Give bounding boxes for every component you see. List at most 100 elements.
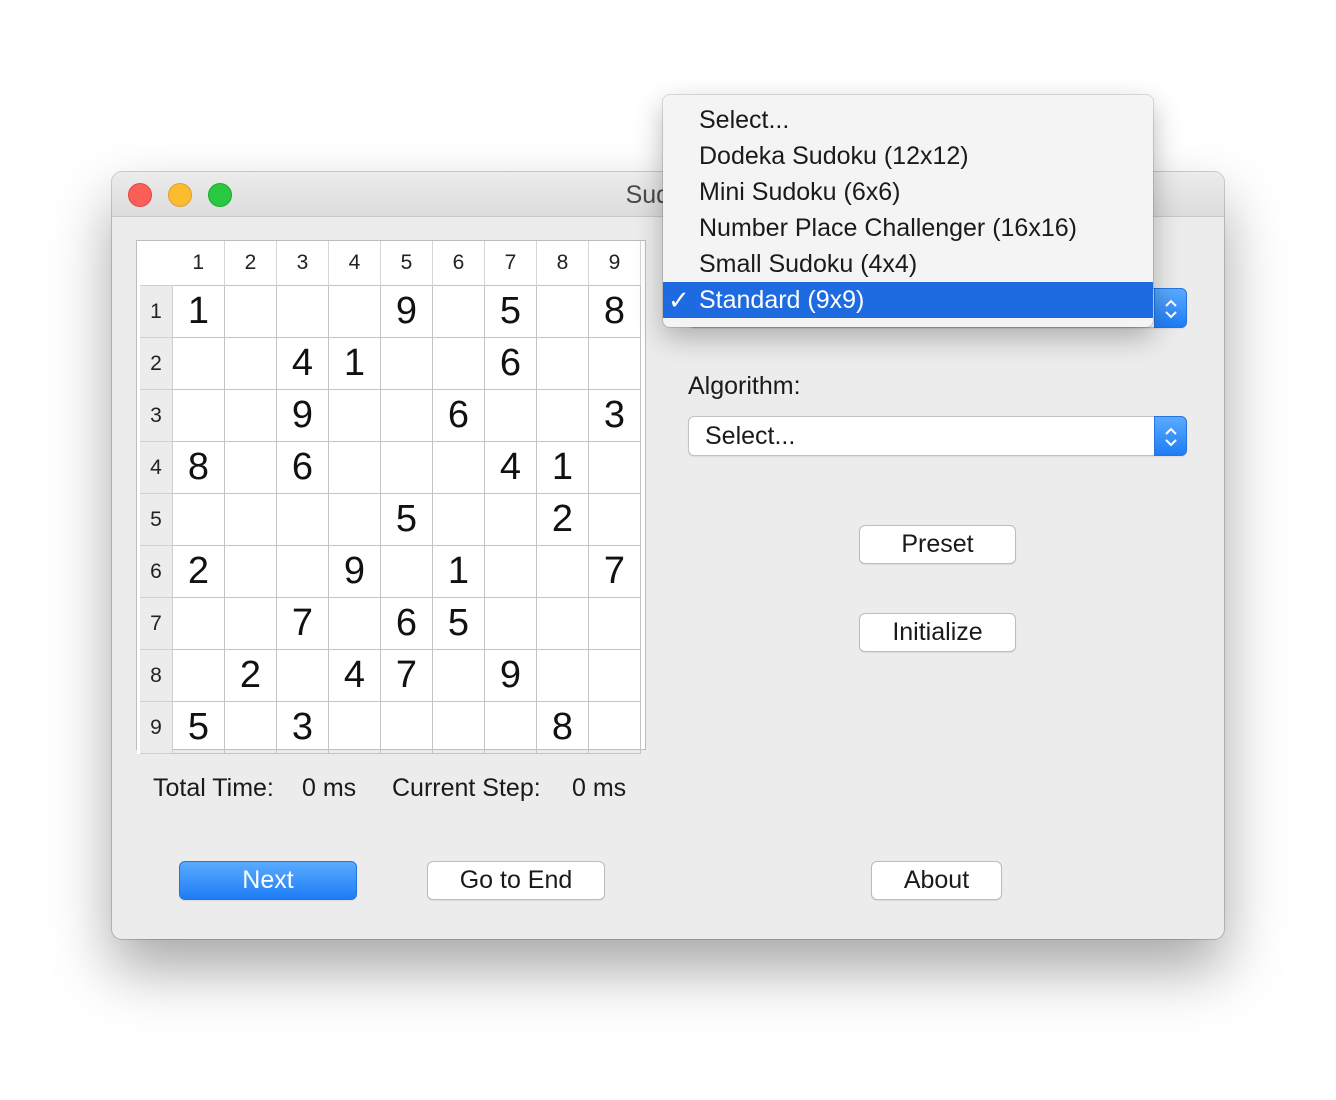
grid-cell[interactable] [484, 493, 537, 546]
grid-cell[interactable]: 6 [380, 597, 433, 650]
grid-cell[interactable] [328, 441, 381, 494]
grid-cell[interactable] [588, 441, 641, 494]
grid-cell[interactable] [484, 701, 537, 754]
grid-cell[interactable] [224, 597, 277, 650]
grid-cell[interactable] [432, 337, 485, 390]
grid-cell[interactable] [380, 701, 433, 754]
grid-cell[interactable]: 6 [432, 389, 485, 442]
grid-cell[interactable] [172, 337, 225, 390]
grid-cell[interactable]: 2 [172, 545, 225, 598]
grid-cell[interactable]: 4 [484, 441, 537, 494]
grid-cell[interactable]: 2 [536, 493, 589, 546]
grid-cell[interactable] [536, 337, 589, 390]
grid-cell[interactable]: 3 [276, 701, 329, 754]
grid-cell[interactable] [588, 597, 641, 650]
grid-row: 62 91 7 [137, 545, 641, 598]
grid-cell[interactable] [536, 285, 589, 338]
grid-cell[interactable] [588, 493, 641, 546]
grid-cell[interactable] [536, 389, 589, 442]
column-header: 5 [380, 241, 433, 286]
grid-cell[interactable] [276, 649, 329, 702]
grid-cell[interactable] [224, 701, 277, 754]
grid-cell[interactable]: 4 [276, 337, 329, 390]
grid-cell[interactable]: 2 [224, 649, 277, 702]
grid-cell[interactable] [224, 441, 277, 494]
grid-cell[interactable] [380, 545, 433, 598]
grid-cell[interactable] [328, 701, 381, 754]
grid-cell[interactable] [380, 337, 433, 390]
grid-cell[interactable] [172, 493, 225, 546]
grid-cell[interactable]: 1 [172, 285, 225, 338]
row-header: 3 [137, 389, 173, 442]
grid-cell[interactable] [484, 545, 537, 598]
puzzle-type-stepper[interactable] [1154, 288, 1187, 328]
grid-cell[interactable] [172, 389, 225, 442]
grid-cell[interactable] [432, 285, 485, 338]
grid-cell[interactable] [380, 389, 433, 442]
grid-cell[interactable] [172, 649, 225, 702]
next-button[interactable]: Next [179, 861, 357, 900]
grid-cell[interactable]: 1 [536, 441, 589, 494]
grid-cell[interactable] [224, 337, 277, 390]
grid-cell[interactable] [276, 493, 329, 546]
grid-cell[interactable]: 1 [328, 337, 381, 390]
grid-cell[interactable] [588, 701, 641, 754]
grid-cell[interactable]: 5 [380, 493, 433, 546]
grid-cell[interactable] [432, 649, 485, 702]
grid-cell[interactable] [328, 389, 381, 442]
grid-cell[interactable] [276, 285, 329, 338]
grid-cell[interactable]: 4 [328, 649, 381, 702]
grid-cell[interactable]: 8 [172, 441, 225, 494]
grid-cell[interactable] [432, 701, 485, 754]
grid-cell[interactable]: 8 [588, 285, 641, 338]
grid-cell[interactable] [536, 649, 589, 702]
grid-cell[interactable] [328, 493, 381, 546]
grid-cell[interactable] [224, 285, 277, 338]
grid-cell[interactable] [224, 389, 277, 442]
go-to-end-button[interactable]: Go to End [427, 861, 605, 900]
grid-cell[interactable] [380, 441, 433, 494]
menu-item[interactable]: Mini Sudoku (6x6) [663, 174, 1153, 210]
algorithm-stepper[interactable] [1154, 416, 1187, 456]
grid-cell[interactable]: 5 [432, 597, 485, 650]
grid-cell[interactable]: 5 [172, 701, 225, 754]
menu-item[interactable]: Dodeka Sudoku (12x12) [663, 138, 1153, 174]
grid-cell[interactable]: 6 [484, 337, 537, 390]
menu-item[interactable]: ✓ Standard (9x9) [663, 282, 1153, 318]
grid-cell[interactable] [588, 649, 641, 702]
grid-cell[interactable] [172, 597, 225, 650]
grid-cell[interactable]: 7 [276, 597, 329, 650]
grid-cell[interactable]: 3 [588, 389, 641, 442]
grid-cell[interactable] [484, 597, 537, 650]
about-button[interactable]: About [871, 861, 1002, 900]
algorithm-popup[interactable]: Select... [688, 416, 1187, 456]
grid-cell[interactable] [224, 493, 277, 546]
menu-item[interactable]: Select... [663, 102, 1153, 138]
grid-cell[interactable]: 9 [276, 389, 329, 442]
grid-cell[interactable] [484, 389, 537, 442]
menu-item[interactable]: Small Sudoku (4x4) [663, 246, 1153, 282]
grid-cell[interactable] [432, 493, 485, 546]
grid-cell[interactable]: 1 [432, 545, 485, 598]
grid-cell[interactable]: 7 [380, 649, 433, 702]
grid-cell[interactable]: 9 [328, 545, 381, 598]
grid-cell[interactable] [536, 545, 589, 598]
grid-cell[interactable] [276, 545, 329, 598]
preset-button[interactable]: Preset [859, 525, 1016, 564]
grid-cell[interactable] [224, 545, 277, 598]
grid-cell[interactable] [588, 337, 641, 390]
initialize-button[interactable]: Initialize [859, 613, 1016, 652]
grid-cell[interactable] [328, 597, 381, 650]
grid-cell[interactable]: 9 [484, 649, 537, 702]
menu-item-label: Small Sudoku (4x4) [699, 250, 918, 278]
grid-cell[interactable]: 7 [588, 545, 641, 598]
grid-cell[interactable] [536, 597, 589, 650]
grid-row: 48641 [137, 441, 641, 494]
grid-cell[interactable] [432, 441, 485, 494]
grid-cell[interactable]: 9 [380, 285, 433, 338]
grid-cell[interactable]: 5 [484, 285, 537, 338]
menu-item[interactable]: Number Place Challenger (16x16) [663, 210, 1153, 246]
grid-cell[interactable]: 8 [536, 701, 589, 754]
grid-cell[interactable]: 6 [276, 441, 329, 494]
grid-cell[interactable] [328, 285, 381, 338]
